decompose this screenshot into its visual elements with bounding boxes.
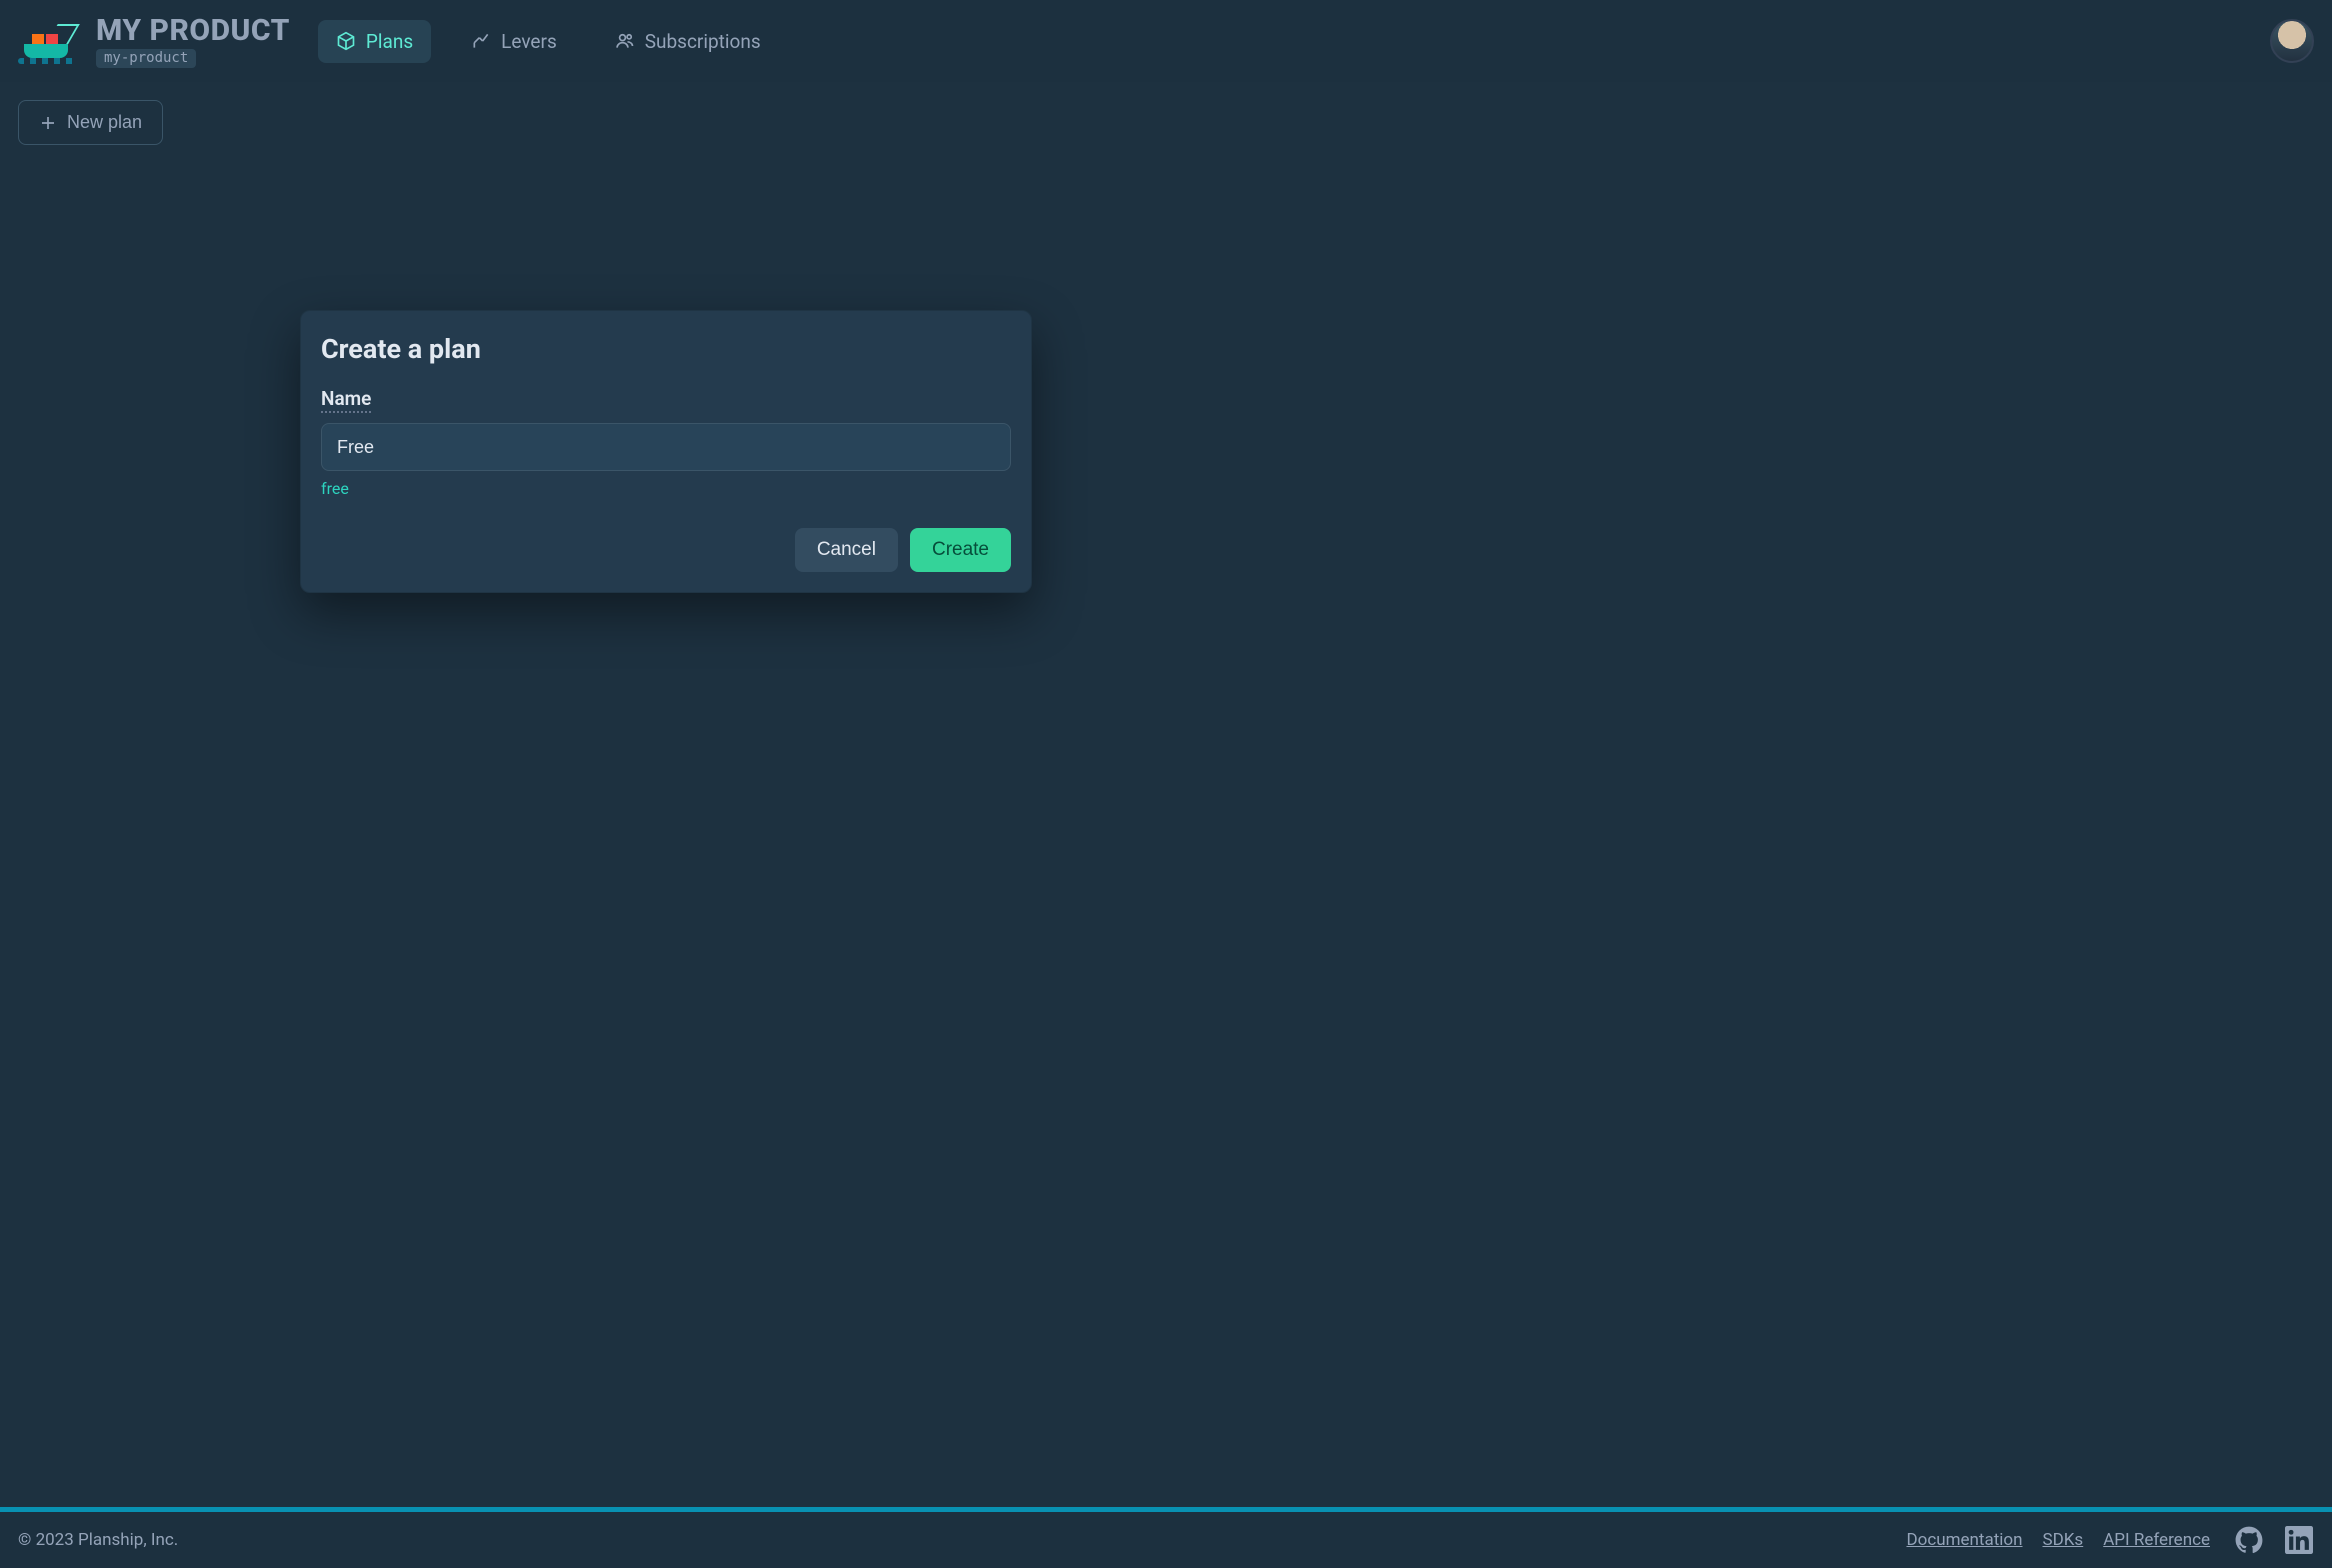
users-icon — [615, 31, 635, 51]
tab-subscriptions[interactable]: Subscriptions — [597, 20, 779, 63]
user-avatar[interactable] — [2270, 19, 2314, 63]
modal-title: Create a plan — [321, 333, 1011, 365]
tab-label: Plans — [366, 30, 413, 53]
github-icon[interactable] — [2234, 1525, 2264, 1555]
plan-name-input[interactable] — [321, 423, 1011, 471]
tab-label: Subscriptions — [645, 30, 761, 53]
product-names: MY PRODUCT my-product — [96, 14, 290, 68]
modal-actions: Cancel Create — [321, 528, 1011, 572]
app-header: MY PRODUCT my-product Plans Levers — [0, 0, 2332, 82]
planship-logo-icon — [18, 18, 80, 64]
main-area: New plan Create a plan Name free Cancel … — [0, 82, 2332, 1507]
new-plan-button[interactable]: New plan — [18, 100, 163, 145]
cancel-button[interactable]: Cancel — [795, 528, 898, 572]
plus-icon — [39, 114, 57, 132]
tab-levers[interactable]: Levers — [453, 20, 575, 63]
tab-plans[interactable]: Plans — [318, 20, 431, 63]
tab-label: Levers — [501, 30, 557, 53]
app-footer: © 2023 Planship, Inc. Documentation SDKs… — [0, 1512, 2332, 1568]
new-plan-label: New plan — [67, 112, 142, 133]
copyright-text: © 2023 Planship, Inc. — [18, 1530, 178, 1550]
footer-link-api-reference[interactable]: API Reference — [2103, 1530, 2210, 1550]
footer-social-icons — [2234, 1525, 2314, 1555]
footer-links: Documentation SDKs API Reference — [1906, 1530, 2210, 1550]
package-icon — [336, 31, 356, 51]
plan-slug-preview: free — [321, 479, 1011, 498]
product-slug-chip: my-product — [96, 49, 196, 68]
footer-link-sdks[interactable]: SDKs — [2043, 1530, 2084, 1550]
name-field-label: Name — [321, 387, 371, 413]
levers-icon — [471, 31, 491, 51]
product-block: MY PRODUCT my-product — [18, 14, 290, 68]
linkedin-icon[interactable] — [2284, 1525, 2314, 1555]
product-title: MY PRODUCT — [96, 14, 290, 47]
create-plan-modal: Create a plan Name free Cancel Create — [300, 310, 1032, 593]
create-button[interactable]: Create — [910, 528, 1011, 572]
main-tabs: Plans Levers Subscriptions — [318, 20, 779, 63]
footer-link-documentation[interactable]: Documentation — [1906, 1530, 2022, 1550]
